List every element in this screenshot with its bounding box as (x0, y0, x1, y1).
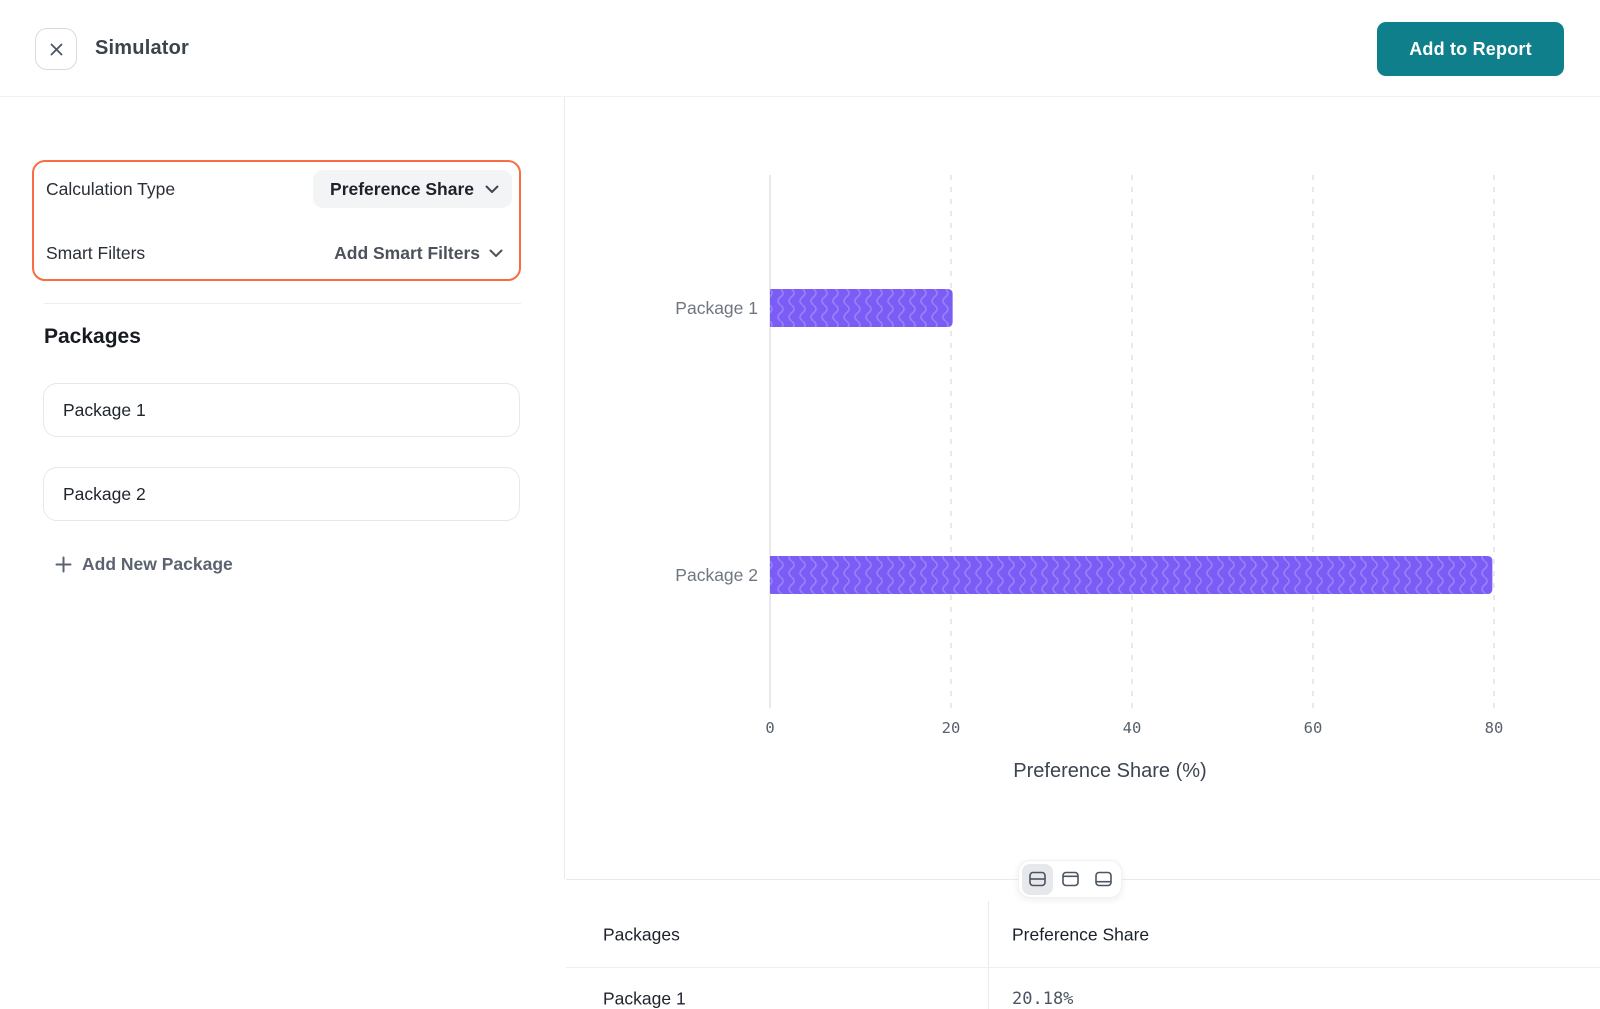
calculation-type-row: Calculation Type Preference Share (46, 169, 512, 209)
split-view-icon (1027, 869, 1048, 889)
smart-filters-label: Smart Filters (46, 243, 145, 264)
smart-filters-value: Add Smart Filters (334, 243, 480, 264)
chart-only-view-button[interactable] (1055, 864, 1086, 895)
results-table: Packages Preference Share Package 1 20.1… (566, 880, 1600, 1009)
chart-panel: 0 20 40 60 80 Package 1 Package 2 Preference Sh… (566, 97, 1600, 879)
x-tick-label: 80 (1485, 719, 1504, 737)
x-tick-label: 20 (942, 719, 961, 737)
bar-pattern-overlay (770, 556, 1492, 594)
package-card-2[interactable]: Package 2 (43, 467, 520, 521)
table-only-view-button[interactable] (1088, 864, 1119, 895)
sidebar: Calculation Type Preference Share Smart … (0, 97, 565, 879)
table-header-packages: Packages (603, 925, 680, 946)
table-only-view-icon (1093, 869, 1114, 889)
add-to-report-button[interactable]: Add to Report (1377, 22, 1564, 76)
add-new-package-label: Add New Package (82, 554, 233, 575)
table-header-preference-share: Preference Share (1012, 925, 1149, 946)
smart-filters-row: Smart Filters Add Smart Filters (46, 234, 512, 272)
plus-icon (55, 556, 72, 573)
table-header-border (566, 967, 1600, 968)
package-card-label: Package 2 (63, 484, 146, 505)
x-tick-label: 0 (765, 719, 774, 737)
category-label: Package 1 (675, 298, 758, 318)
x-axis-title: Preference Share (%) (1013, 760, 1206, 782)
view-toggle (1018, 860, 1122, 898)
table-row-preference-share-value: 20.18% (1012, 989, 1073, 1009)
chevron-down-icon (489, 249, 503, 258)
calculation-type-dropdown[interactable]: Preference Share (313, 170, 512, 208)
close-icon (49, 42, 64, 57)
split-view-button[interactable] (1022, 864, 1053, 895)
chart-only-view-icon (1060, 869, 1081, 889)
chevron-down-icon (485, 185, 499, 194)
preference-share-bar-chart: 0 20 40 60 80 Package 1 Package 2 Preference Sh… (566, 97, 1600, 879)
add-smart-filters-dropdown[interactable]: Add Smart Filters (334, 243, 503, 264)
top-bar: Simulator Add to Report (0, 0, 1600, 97)
bar-pattern-overlay (770, 289, 953, 327)
calculation-settings-highlight-box: Calculation Type Preference Share Smart … (32, 160, 521, 281)
package-card-label: Package 1 (63, 400, 146, 421)
x-tick-label: 40 (1123, 719, 1142, 737)
calculation-type-label: Calculation Type (46, 179, 175, 200)
add-new-package-button[interactable]: Add New Package (55, 554, 233, 575)
table-column-divider (988, 901, 989, 1009)
calculation-type-value: Preference Share (330, 179, 474, 200)
category-label: Package 2 (675, 565, 758, 585)
packages-heading: Packages (44, 325, 141, 349)
x-tick-label: 60 (1304, 719, 1323, 737)
package-card-1[interactable]: Package 1 (43, 383, 520, 437)
page-title: Simulator (95, 0, 189, 97)
sidebar-divider (44, 303, 521, 304)
table-row-package-name: Package 1 (603, 989, 686, 1009)
close-button[interactable] (35, 28, 77, 70)
